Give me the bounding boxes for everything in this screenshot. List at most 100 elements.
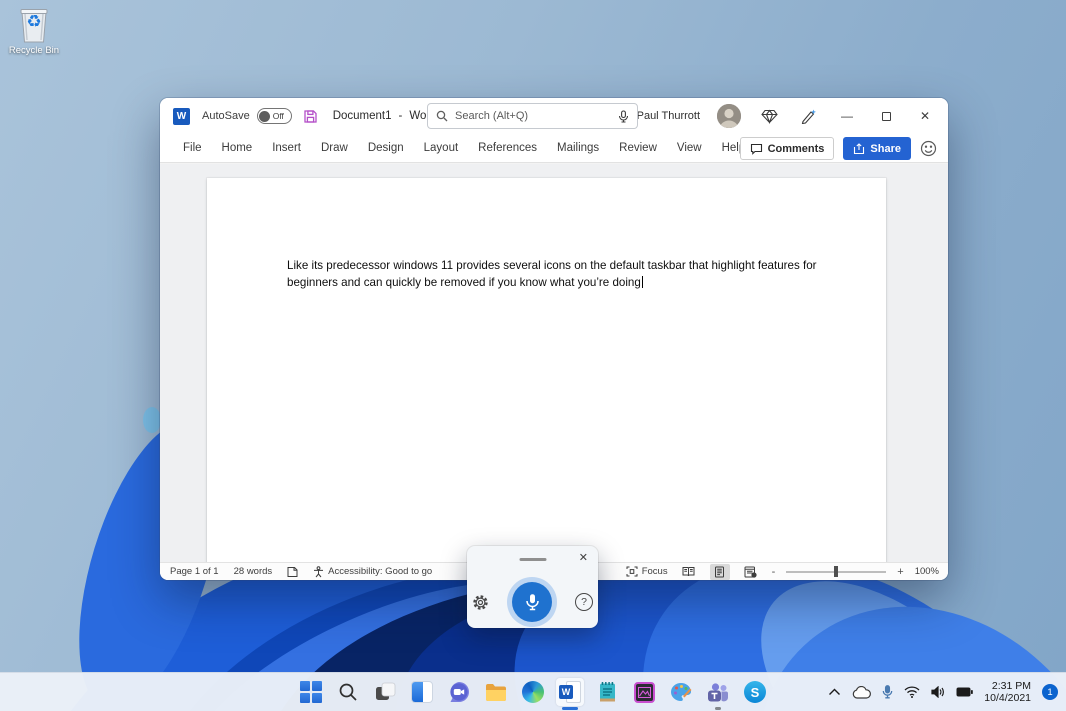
drag-handle[interactable]: [519, 558, 546, 561]
windows-start-icon: [300, 681, 322, 703]
tab-references[interactable]: References: [468, 142, 547, 154]
tab-draw[interactable]: Draw: [311, 142, 358, 154]
battery-icon[interactable]: [956, 687, 973, 697]
account-name[interactable]: Paul Thurrott: [637, 110, 700, 122]
save-icon[interactable]: [303, 109, 318, 124]
search-mic-icon[interactable]: [618, 110, 629, 123]
read-mode-view-button[interactable]: [679, 564, 699, 580]
proofing-book-icon[interactable]: [287, 566, 298, 578]
comments-label: Comments: [768, 143, 825, 155]
zoom-in-button[interactable]: +: [897, 566, 903, 578]
dictation-mic-button[interactable]: [512, 582, 552, 622]
notepad-button[interactable]: [593, 678, 621, 706]
voice-typing-help-button[interactable]: ?: [575, 593, 593, 611]
paint-icon: [670, 682, 692, 703]
recycle-symbol: ♻: [17, 13, 51, 30]
taskbar: W: [0, 672, 1066, 711]
search-box[interactable]: [427, 103, 638, 129]
share-icon: [853, 143, 865, 155]
maximize-button[interactable]: [875, 105, 897, 127]
media-app-icon: [634, 682, 655, 703]
tab-row-actions: Comments Share: [740, 137, 937, 160]
tab-layout[interactable]: Layout: [414, 142, 469, 154]
volume-icon[interactable]: [931, 686, 945, 698]
status-bar-right: Focus: [626, 563, 939, 580]
tray-overflow-chevron-icon[interactable]: [828, 688, 841, 696]
search-icon: [436, 110, 448, 122]
share-button[interactable]: Share: [843, 137, 911, 160]
zoom-level[interactable]: 100%: [915, 566, 939, 577]
account-avatar[interactable]: [717, 104, 741, 128]
accessibility-status[interactable]: Accessibility: Good to go: [313, 566, 432, 578]
title-separator: -: [399, 110, 403, 122]
teams-button[interactable]: [704, 678, 732, 706]
media-app-button[interactable]: [630, 678, 658, 706]
minimize-button[interactable]: —: [836, 105, 858, 127]
close-button[interactable]: ✕: [914, 105, 936, 127]
taskbar-clock[interactable]: 2:31 PM 10/4/2021: [984, 680, 1031, 704]
running-app-indicator: [715, 707, 721, 710]
system-tray: 2:31 PM 10/4/2021 1: [828, 673, 1058, 711]
toggle-knob-icon: [259, 111, 270, 122]
text-cursor: [642, 276, 643, 288]
tray-mic-icon[interactable]: [882, 685, 893, 699]
edge-button[interactable]: [519, 678, 547, 706]
comments-button[interactable]: Comments: [740, 137, 835, 160]
widgets-button[interactable]: [408, 678, 436, 706]
notepad-icon: [598, 681, 617, 703]
accessibility-status-label: Accessibility: Good to go: [328, 566, 432, 577]
zoom-slider-thumb[interactable]: [834, 566, 838, 577]
recycle-bin-shortcut[interactable]: ♻ Recycle Bin: [8, 6, 60, 56]
whats-new-sparkle-pen-icon[interactable]: [797, 105, 819, 127]
voice-settings-gear-icon[interactable]: [472, 594, 489, 611]
ribbon-tab-row: File Home Insert Draw Design Layout Refe…: [160, 134, 948, 163]
search-input[interactable]: [455, 110, 611, 122]
tab-review[interactable]: Review: [609, 142, 667, 154]
taskbar-search-button[interactable]: [334, 678, 362, 706]
word-taskbar-button[interactable]: W: [556, 678, 584, 706]
file-explorer-button[interactable]: [482, 678, 510, 706]
chat-button[interactable]: [445, 678, 473, 706]
word-app-icon: W: [173, 108, 190, 125]
page-count-status[interactable]: Page 1 of 1: [170, 566, 219, 577]
chat-icon: [448, 681, 470, 703]
paint-button[interactable]: [667, 678, 695, 706]
feedback-smiley-icon[interactable]: [920, 140, 937, 157]
onedrive-cloud-icon[interactable]: [852, 686, 871, 699]
skype-button[interactable]: S: [741, 678, 769, 706]
wifi-icon[interactable]: [904, 686, 920, 698]
tab-view[interactable]: View: [667, 142, 712, 154]
word-taskbar-icon: W: [559, 681, 581, 703]
tab-insert[interactable]: Insert: [262, 142, 311, 154]
autosave-state: Off: [273, 111, 284, 121]
zoom-out-button[interactable]: -: [772, 566, 776, 578]
word-count-status[interactable]: 28 words: [234, 566, 273, 577]
tab-file[interactable]: File: [173, 142, 212, 154]
title-bar-right: Paul Thurrott — ✕: [637, 104, 936, 128]
voice-typing-close-button[interactable]: ✕: [579, 551, 588, 564]
print-layout-view-button[interactable]: [710, 564, 730, 580]
focus-mode-button[interactable]: Focus: [626, 566, 668, 577]
active-app-indicator: [562, 707, 578, 710]
tab-design[interactable]: Design: [358, 142, 414, 154]
document-line: beginners and can quickly be removed if …: [287, 276, 641, 289]
document-area: Like its predecessor windows 11 provides…: [160, 163, 948, 562]
maximize-icon: [882, 112, 891, 121]
web-layout-view-button[interactable]: [741, 564, 761, 580]
voice-typing-controls: ?: [467, 576, 598, 628]
zoom-slider[interactable]: [786, 571, 886, 573]
taskbar-center-icons: W: [297, 673, 769, 711]
tray-date: 10/4/2021: [984, 692, 1031, 704]
autosave-toggle[interactable]: Off: [257, 108, 292, 124]
document-text: Like its predecessor windows 11 provides…: [207, 178, 886, 291]
title-bar: W AutoSave Off Document1 - Word: [160, 98, 948, 134]
document-page[interactable]: Like its predecessor windows 11 provides…: [207, 178, 886, 562]
window-title: Document1 - Word: [333, 110, 437, 122]
tab-home[interactable]: Home: [212, 142, 263, 154]
task-view-button[interactable]: [371, 678, 399, 706]
comment-bubble-icon: [750, 143, 763, 155]
notification-badge[interactable]: 1: [1042, 684, 1058, 700]
coming-soon-diamond-icon[interactable]: [758, 105, 780, 127]
tab-mailings[interactable]: Mailings: [547, 142, 609, 154]
start-button[interactable]: [297, 678, 325, 706]
